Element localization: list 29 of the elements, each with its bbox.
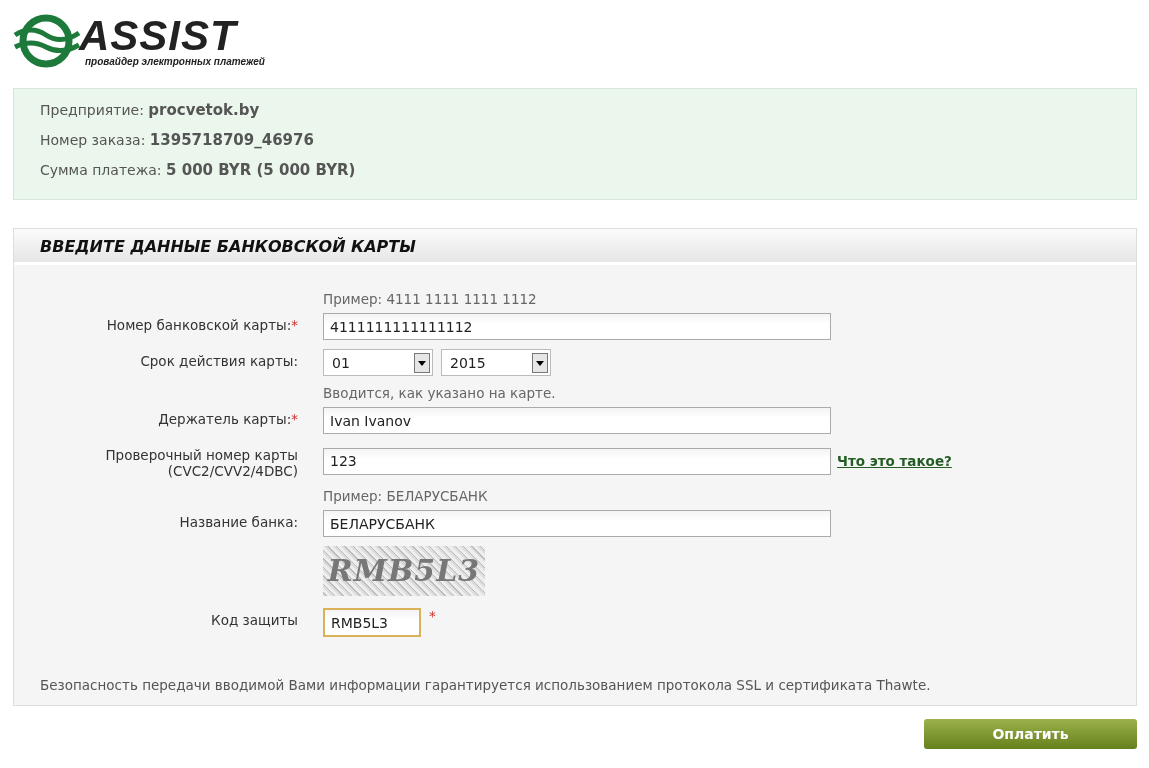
field-label: Держатель карты:* xyxy=(157,411,298,427)
required-mark: * xyxy=(429,608,436,624)
text-field[interactable]: БЕЛАРУСБАНК xyxy=(323,510,831,537)
info-value: procvetok.by xyxy=(148,101,260,119)
field-label: Код защиты xyxy=(210,612,298,628)
text-field[interactable]: 123 xyxy=(323,447,831,475)
hint-text: Вводится, как указано на карте. xyxy=(323,385,556,403)
info-label: Номер заказа: xyxy=(40,132,146,148)
info-value: 5 000 BYR (5 000 BYR) xyxy=(166,161,356,179)
text-field[interactable]: Ivan Ivanov xyxy=(323,407,831,434)
help-link[interactable]: Что это такое? xyxy=(837,453,952,469)
text-field[interactable]: 4111111111111112 xyxy=(323,313,831,340)
year-select[interactable]: 2015 xyxy=(441,349,551,376)
month-select[interactable]: 01 xyxy=(323,349,433,376)
captcha-image: RMB5L3 xyxy=(323,546,485,596)
field-label: Номер банковской карты:* xyxy=(105,317,298,333)
info-value: 1395718709_46976 xyxy=(149,131,314,149)
security-note: Безопасность передачи вводимой Вами информации гарантируется использованием протокола SSL и сертификата Thawte. xyxy=(40,677,932,693)
captcha-field[interactable]: RMB5L3 xyxy=(323,608,421,637)
info-label: Предприятие: xyxy=(40,102,144,118)
field-label: Срок действия карты: xyxy=(139,353,298,369)
logo-tagline: провайдер электронных платежей xyxy=(85,55,265,67)
hint-text: Пример: 4111 1111 1111 1112 xyxy=(323,291,537,309)
field-label: Проверочный номер карты (CVC2/CVV2/4DBC) xyxy=(104,447,298,479)
hint-text: Пример: БЕЛАРУСБАНК xyxy=(323,488,488,506)
logo-wordmark: ASSIST xyxy=(79,15,239,56)
section-header: ВВЕДИТЕ ДАННЫЕ БАНКОВСКОЙ КАРТЫ xyxy=(14,229,1136,265)
field-label: Название банка: xyxy=(178,514,298,530)
info-label: Сумма платежа: xyxy=(40,162,162,178)
